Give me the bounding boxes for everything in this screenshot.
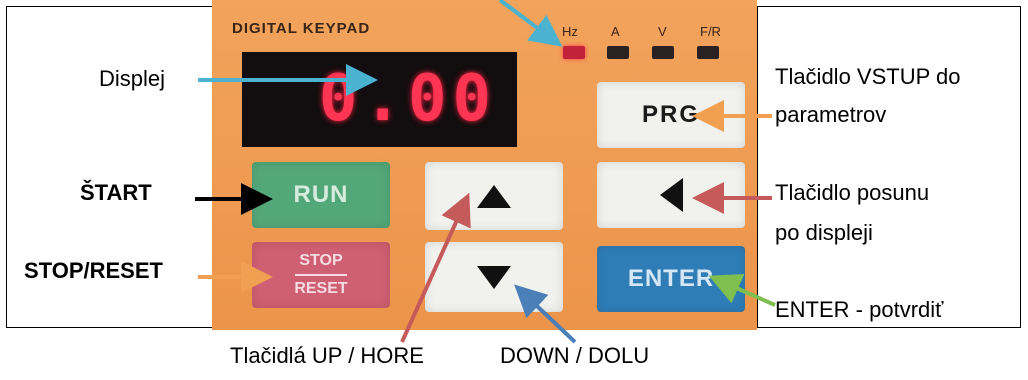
arrow-down [514,284,577,344]
arrow-hz [498,0,563,47]
annotation-arrows [195,0,776,344]
arrow-enter [708,274,776,307]
arrow-up [400,192,471,343]
